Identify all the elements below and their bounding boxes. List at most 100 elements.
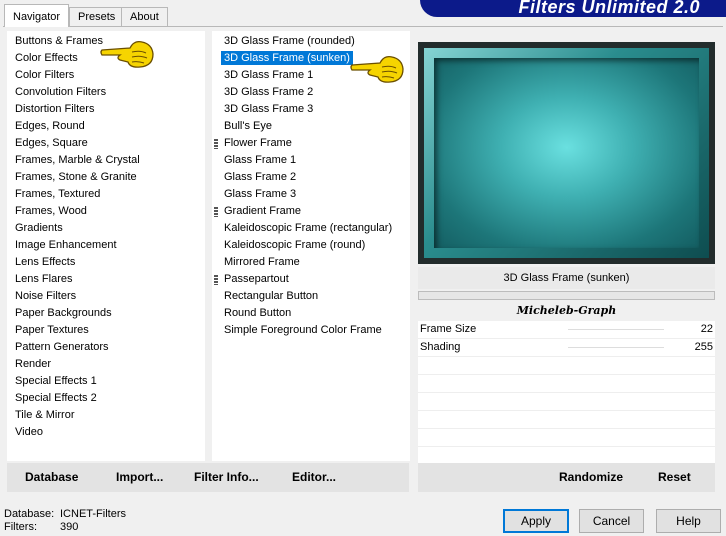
- category-item[interactable]: Frames, Marble & Crystal: [12, 152, 140, 169]
- filter-info-button[interactable]: Filter Info...: [194, 463, 259, 492]
- tab-presets[interactable]: Presets: [69, 7, 125, 26]
- param-frame-size[interactable]: Frame Size 22: [418, 321, 715, 339]
- reset-button[interactable]: Reset: [658, 463, 691, 492]
- param-empty: [418, 375, 715, 393]
- param-empty: [418, 429, 715, 447]
- category-item[interactable]: Pattern Generators: [12, 339, 140, 356]
- category-item[interactable]: Special Effects 1: [12, 373, 140, 390]
- filter-item[interactable]: Glass Frame 1: [221, 152, 392, 169]
- filter-item[interactable]: Simple Foreground Color Frame: [221, 322, 392, 339]
- category-item[interactable]: Edges, Round: [12, 118, 140, 135]
- category-item[interactable]: Lens Flares: [12, 271, 140, 288]
- category-item[interactable]: Paper Backgrounds: [12, 305, 140, 322]
- param-divider: [568, 347, 664, 348]
- help-button[interactable]: Help: [656, 509, 721, 533]
- filter-item[interactable]: 3D Glass Frame 3: [221, 101, 392, 118]
- param-label: Frame Size: [420, 323, 477, 335]
- pointing-hand-icon: [350, 55, 404, 83]
- grip-icon: [214, 207, 218, 217]
- category-label: Gradients: [15, 222, 63, 234]
- app-banner: Filters Unlimited 2.0: [420, 0, 726, 17]
- category-item[interactable]: Frames, Wood: [12, 203, 140, 220]
- filter-label: 3D Glass Frame (sunken): [221, 51, 353, 65]
- category-label: Frames, Textured: [15, 188, 101, 200]
- category-label: Lens Effects: [15, 256, 76, 268]
- category-label: Edges, Round: [15, 120, 85, 132]
- filter-label: Mirrored Frame: [224, 256, 300, 268]
- filter-label: Bull's Eye: [224, 120, 272, 132]
- filter-label: Simple Foreground Color Frame: [224, 324, 382, 336]
- filter-item[interactable]: 3D Glass Frame 2: [221, 84, 392, 101]
- import-button[interactable]: Import...: [116, 463, 163, 492]
- category-label: Special Effects 1: [15, 375, 97, 387]
- filter-label: Gradient Frame: [224, 205, 302, 217]
- param-empty: [418, 357, 715, 375]
- filter-item[interactable]: Kaleidoscopic Frame (round): [221, 237, 392, 254]
- category-item[interactable]: Noise Filters: [12, 288, 140, 305]
- category-item[interactable]: Frames, Stone & Granite: [12, 169, 140, 186]
- pointing-hand-icon: [100, 40, 154, 68]
- filter-item[interactable]: Glass Frame 3: [221, 186, 392, 203]
- category-label: Special Effects 2: [15, 392, 97, 404]
- category-item[interactable]: Distortion Filters: [12, 101, 140, 118]
- filter-panel: 3D Glass Frame (rounded) 3D Glass Frame (…: [212, 31, 410, 461]
- filter-item[interactable]: Gradient Frame: [214, 203, 392, 220]
- category-label: Distortion Filters: [15, 103, 95, 115]
- category-label: Frames, Wood: [15, 205, 87, 217]
- status-database-label: Database:: [4, 508, 55, 520]
- param-empty: [418, 411, 715, 429]
- filter-label: Rectangular Button: [224, 290, 319, 302]
- filter-item[interactable]: Flower Frame: [214, 135, 392, 152]
- category-item[interactable]: Paper Textures: [12, 322, 140, 339]
- tab-about[interactable]: About: [121, 7, 168, 26]
- filter-item[interactable]: Passepartout: [214, 271, 392, 288]
- list-button-bar: Database Import... Filter Info... Editor…: [7, 463, 409, 492]
- category-item[interactable]: Lens Effects: [12, 254, 140, 271]
- category-item[interactable]: Gradients: [12, 220, 140, 237]
- filter-item[interactable]: Rectangular Button: [221, 288, 392, 305]
- preview-frame: [424, 48, 709, 258]
- filter-item[interactable]: Kaleidoscopic Frame (rectangular): [221, 220, 392, 237]
- tab-navigator[interactable]: Navigator: [4, 4, 70, 27]
- preview-canvas: [434, 58, 699, 248]
- randomize-button[interactable]: Randomize: [559, 463, 623, 492]
- filter-item[interactable]: Glass Frame 2: [221, 169, 392, 186]
- param-shading[interactable]: Shading 255: [418, 339, 715, 357]
- filter-item[interactable]: Bull's Eye: [221, 118, 392, 135]
- category-label: Render: [15, 358, 52, 370]
- category-item[interactable]: Image Enhancement: [12, 237, 140, 254]
- editor-button[interactable]: Editor...: [292, 463, 336, 492]
- category-label: Noise Filters: [15, 290, 77, 302]
- filter-label: Glass Frame 1: [224, 154, 297, 166]
- category-item[interactable]: Special Effects 2: [12, 390, 140, 407]
- category-label: Frames, Marble & Crystal: [15, 154, 140, 166]
- param-divider: [568, 329, 664, 330]
- apply-button[interactable]: Apply: [503, 509, 569, 533]
- filter-label: 3D Glass Frame (rounded): [224, 35, 355, 47]
- progress-bar: [418, 291, 715, 300]
- filter-item[interactable]: Mirrored Frame: [221, 254, 392, 271]
- category-item[interactable]: Render: [12, 356, 140, 373]
- category-label: Buttons & Frames: [15, 35, 104, 47]
- filter-label: 3D Glass Frame 3: [224, 103, 314, 115]
- database-button[interactable]: Database: [25, 463, 78, 492]
- preview-button-bar: Randomize Reset: [418, 463, 715, 492]
- category-label: Pattern Generators: [15, 341, 109, 353]
- filter-label: Kaleidoscopic Frame (rectangular): [224, 222, 393, 234]
- category-item[interactable]: Convolution Filters: [12, 84, 140, 101]
- filter-label: Passepartout: [224, 273, 289, 285]
- category-item[interactable]: Edges, Square: [12, 135, 140, 152]
- category-label: Tile & Mirror: [15, 409, 75, 421]
- category-item[interactable]: Video: [12, 424, 140, 441]
- category-label: Convolution Filters: [15, 86, 107, 98]
- category-item[interactable]: Frames, Textured: [12, 186, 140, 203]
- param-label: Shading: [420, 341, 461, 353]
- preview-image: [418, 42, 715, 264]
- filter-item[interactable]: 3D Glass Frame (rounded): [221, 33, 392, 50]
- cancel-button[interactable]: Cancel: [579, 509, 644, 533]
- filter-item[interactable]: Round Button: [221, 305, 392, 322]
- status-database-value: ICNET-Filters: [60, 508, 126, 520]
- filter-label: Round Button: [224, 307, 292, 319]
- param-value: 255: [694, 341, 713, 353]
- category-item[interactable]: Tile & Mirror: [12, 407, 140, 424]
